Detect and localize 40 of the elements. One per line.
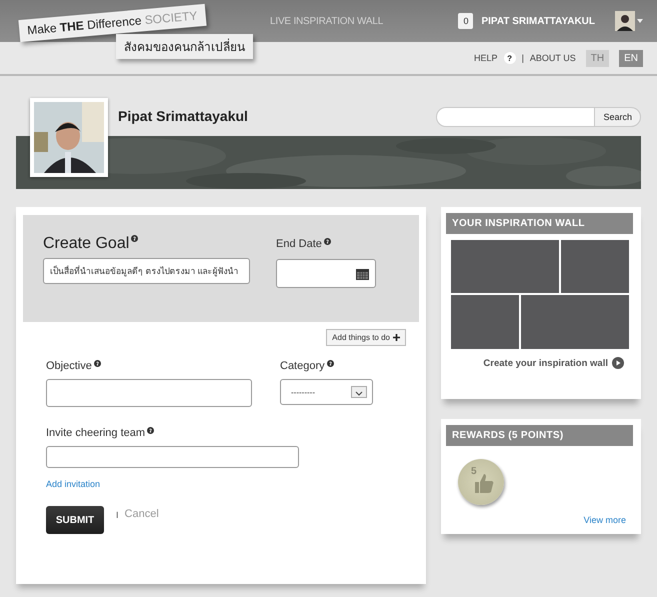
caret-icon[interactable] xyxy=(637,19,643,23)
objective-field[interactable] xyxy=(46,379,252,407)
field-label: Objective xyxy=(46,360,92,372)
help-icon[interactable] xyxy=(326,360,334,367)
logo-tagline[interactable]: สังคมของคนกล้าเปลี่ยน xyxy=(116,34,253,59)
section-title: REWARDS (5 POINTS) xyxy=(446,425,633,446)
date-field[interactable] xyxy=(276,259,376,288)
help-icon[interactable] xyxy=(147,427,154,434)
calendar-icon[interactable] xyxy=(356,268,369,280)
notification-count[interactable]: 0 xyxy=(458,13,474,29)
about-link[interactable]: ABOUT US xyxy=(530,53,576,63)
help-icon[interactable] xyxy=(324,238,331,245)
avatar-icon[interactable] xyxy=(615,11,635,31)
play-icon xyxy=(612,357,624,369)
separator: | xyxy=(522,53,524,63)
goal-field[interactable]: เป็นสื่อที่นำเสนอข้อมูลดีๆ ตรงไปตรงมา และผู้ฟังนำ xyxy=(43,258,250,284)
add-things-button[interactable]: Add things to do xyxy=(326,329,406,346)
category-select[interactable]: --------- xyxy=(280,379,373,405)
user-name[interactable]: PIPAT SRIMATTAYAKUL xyxy=(481,16,595,26)
help-link[interactable]: HELP xyxy=(474,53,498,63)
help-icon[interactable]: ? xyxy=(504,52,516,64)
create-wall-link[interactable]: Create your inspiration wall xyxy=(483,357,624,369)
badge-number: 5 xyxy=(471,466,477,477)
search-field[interactable] xyxy=(436,107,594,127)
help-icon[interactable] xyxy=(94,360,101,367)
submit-button[interactable]: SUBMIT xyxy=(46,506,104,534)
caret-icon xyxy=(351,386,367,398)
help-icon[interactable] xyxy=(131,235,138,242)
field-label: Category xyxy=(280,360,325,372)
section-title: YOUR INSPIRATION WALL xyxy=(446,213,633,234)
add-invitation-link[interactable]: Add invitation xyxy=(46,479,100,489)
field-label: Invite cheering team xyxy=(46,427,146,439)
plus-icon xyxy=(393,334,400,341)
invite-field[interactable] xyxy=(46,446,299,468)
search-button[interactable]: Search xyxy=(594,107,641,127)
view-more-link[interactable]: View more xyxy=(584,515,626,525)
field-label: End Date xyxy=(276,238,322,250)
separator: I xyxy=(116,510,119,520)
profile-name: Pipat Srimattayakul xyxy=(118,108,248,124)
form-title: Create Goal xyxy=(43,235,130,253)
